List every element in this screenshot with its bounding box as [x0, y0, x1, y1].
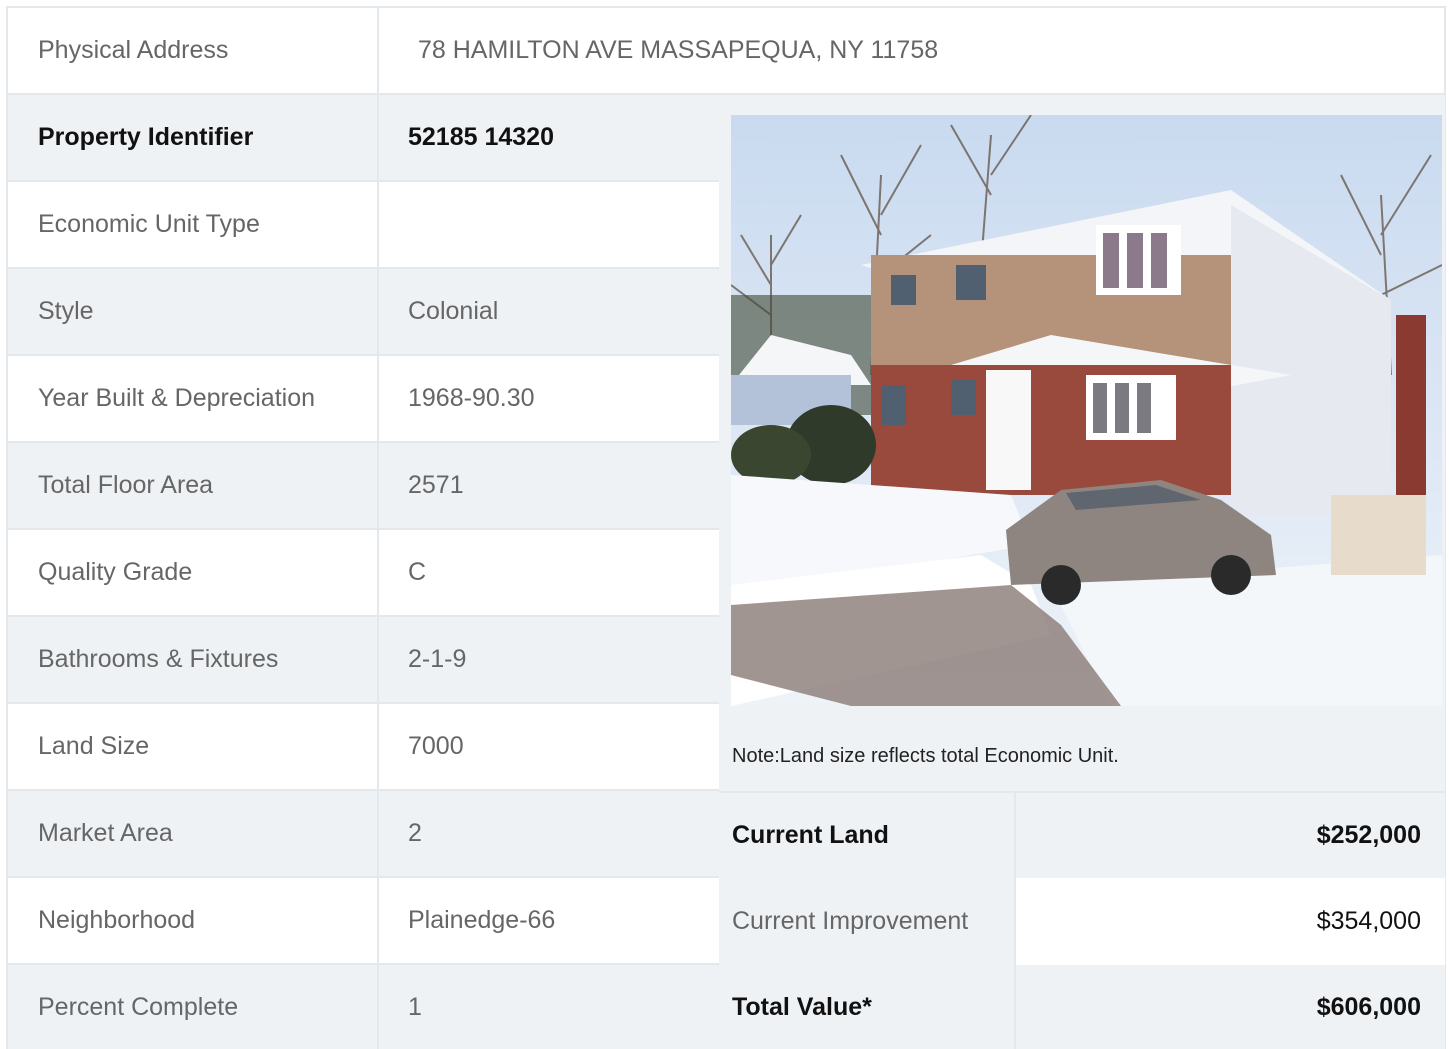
year-built-value: 1968-90.30 [378, 356, 719, 443]
style-value: Colonial [378, 269, 719, 356]
percent-complete-value: 1 [378, 965, 719, 1049]
property-row-label: Land Size [8, 704, 378, 791]
property-row-label: Economic Unit Type [8, 182, 378, 269]
total-value-value: $606,000 [1014, 965, 1445, 1049]
bathrooms-value: 2-1-9 [378, 617, 719, 704]
property-row-label: Style [8, 269, 378, 356]
total-value-label: Total Value* [719, 965, 1014, 1049]
current-improvement-label: Current Improvement [719, 878, 1014, 965]
land-size-note: Note:Land size reflects total Economic U… [732, 745, 1119, 767]
economic-unit-type-value [378, 182, 719, 269]
market-area-value: 2 [378, 791, 719, 878]
current-land-label: Current Land [719, 791, 1014, 878]
address-label: Physical Address [38, 36, 229, 64]
property-identifier-value: 52185 14320 [378, 95, 719, 182]
column-divider [377, 8, 379, 1049]
house-photo-icon [731, 115, 1442, 706]
address-value-cell: 78 HAMILTON AVE MASSAPEQUA, NY 11758 [378, 8, 1444, 95]
property-row-label: Bathrooms & Fixtures [8, 617, 378, 704]
land-size-value: 7000 [378, 704, 719, 791]
property-photo [731, 115, 1442, 706]
address-value: 78 HAMILTON AVE MASSAPEQUA, NY 11758 [418, 36, 939, 64]
property-row-label: Market Area [8, 791, 378, 878]
current-improvement-value: $354,000 [1014, 878, 1445, 965]
property-row-label: Neighborhood [8, 878, 378, 965]
address-label-cell: Physical Address [8, 8, 378, 95]
property-row-label: Total Floor Area [8, 443, 378, 530]
floor-area-value: 2571 [378, 443, 719, 530]
property-row-label: Property Identifier [8, 95, 378, 182]
neighborhood-value: Plainedge-66 [378, 878, 719, 965]
property-row-label: Year Built & Depreciation [8, 356, 378, 443]
quality-grade-value: C [378, 530, 719, 617]
current-land-value: $252,000 [1014, 791, 1445, 878]
property-row-label: Quality Grade [8, 530, 378, 617]
property-row-label: Percent Complete [8, 965, 378, 1049]
